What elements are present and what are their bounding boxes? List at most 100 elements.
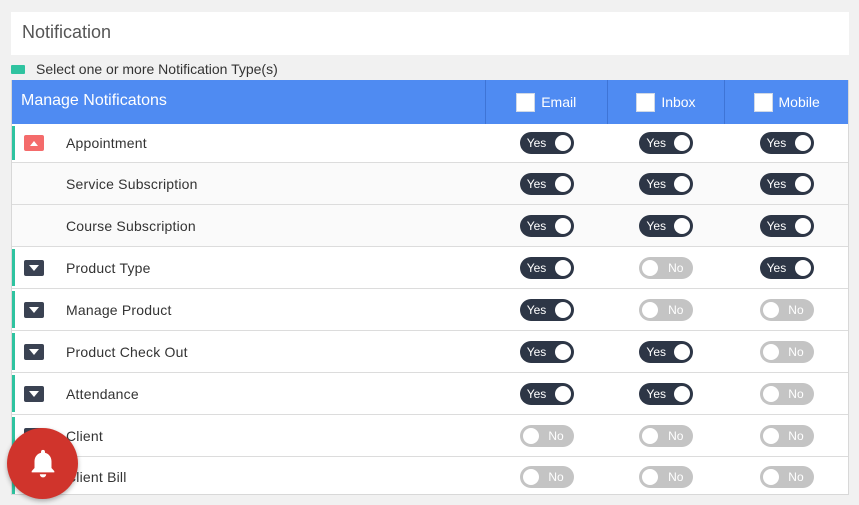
- mobile-toggle[interactable]: No: [759, 465, 814, 488]
- email-toggle[interactable]: No: [519, 424, 574, 447]
- toggle-knob: [554, 301, 571, 318]
- email-toggle[interactable]: Yes: [519, 382, 574, 405]
- inbox-select-all-checkbox[interactable]: [636, 92, 656, 112]
- email-toggle[interactable]: Yes: [519, 256, 574, 279]
- row-label: Course Subscription: [66, 217, 196, 234]
- mobile-cell: No: [725, 331, 848, 372]
- toggle-state-label: No: [668, 428, 684, 443]
- expand-row-button[interactable]: [24, 301, 44, 318]
- email-toggle[interactable]: Yes: [519, 298, 574, 321]
- toggle-knob: [674, 385, 691, 402]
- toggle-knob: [642, 427, 659, 444]
- mobile-toggle[interactable]: Yes: [759, 172, 814, 195]
- row-name-cell: Course Subscription: [12, 205, 486, 246]
- row-label: Product Type: [66, 259, 151, 276]
- toggle-state-label: No: [668, 260, 684, 275]
- toggle-knob: [642, 468, 659, 485]
- toggle-state-label: No: [548, 428, 564, 443]
- toggle-knob: [554, 259, 571, 276]
- email-cell: No: [486, 457, 608, 494]
- inbox-cell: No: [608, 457, 726, 494]
- email-cell: Yes: [486, 163, 608, 204]
- email-toggle[interactable]: No: [519, 465, 574, 488]
- row-name-cell: Client Bill: [12, 457, 486, 494]
- email-toggle[interactable]: Yes: [519, 340, 574, 363]
- chevron-up-icon: [30, 140, 38, 146]
- chevron-down-icon: [29, 348, 39, 355]
- toggle-state-label: Yes: [766, 176, 787, 191]
- toggle-knob: [642, 259, 659, 276]
- email-toggle[interactable]: Yes: [519, 132, 574, 154]
- table-row: Product Check Out Yes Yes No: [12, 331, 848, 373]
- mobile-toggle[interactable]: No: [759, 298, 814, 321]
- toggle-state-label: Yes: [646, 136, 666, 150]
- mobile-toggle[interactable]: No: [759, 382, 814, 405]
- toggle-knob: [554, 175, 571, 192]
- expand-row-button[interactable]: [24, 385, 44, 402]
- inbox-toggle[interactable]: No: [639, 424, 694, 447]
- table-row: Client Bill No No No: [12, 457, 848, 494]
- inbox-toggle[interactable]: Yes: [639, 340, 694, 363]
- toggle-state-label: Yes: [646, 344, 666, 359]
- mobile-select-all-checkbox[interactable]: [753, 92, 773, 112]
- inbox-cell: Yes: [608, 124, 726, 162]
- email-cell: Yes: [486, 205, 608, 246]
- mobile-toggle[interactable]: Yes: [759, 132, 814, 154]
- mobile-toggle[interactable]: No: [759, 424, 814, 447]
- email-header-label: Email: [541, 94, 577, 110]
- toggle-state-label: Yes: [766, 136, 787, 150]
- email-toggle[interactable]: Yes: [519, 172, 574, 195]
- row-accent: [12, 249, 15, 286]
- inbox-cell: No: [608, 415, 726, 456]
- toggle-knob: [554, 217, 571, 234]
- toggle-state-label: Yes: [526, 218, 547, 233]
- toggle-knob: [762, 385, 779, 402]
- row-label: Attendance: [66, 385, 139, 402]
- inbox-cell: Yes: [608, 373, 726, 414]
- inbox-cell: Yes: [608, 163, 726, 204]
- notification-bell-button[interactable]: [7, 428, 78, 499]
- table-row: Manage Product Yes No No: [12, 289, 848, 331]
- inbox-toggle[interactable]: Yes: [639, 172, 694, 195]
- toggle-knob: [762, 301, 779, 318]
- inbox-toggle[interactable]: No: [639, 465, 694, 488]
- mobile-toggle[interactable]: No: [759, 340, 814, 363]
- row-name-cell: Manage Product: [12, 289, 486, 330]
- toggle-knob: [794, 259, 811, 276]
- mobile-toggle[interactable]: Yes: [759, 214, 814, 237]
- inbox-toggle[interactable]: Yes: [639, 382, 694, 405]
- expand-row-button[interactable]: [24, 343, 44, 360]
- inbox-toggle[interactable]: Yes: [639, 132, 694, 154]
- inbox-header-label: Inbox: [661, 94, 696, 110]
- inbox-toggle[interactable]: No: [639, 298, 694, 321]
- toggle-state-label: Yes: [526, 260, 547, 275]
- toggle-state-label: Yes: [526, 386, 547, 401]
- inbox-toggle[interactable]: No: [639, 256, 694, 279]
- row-label: Appointment: [66, 135, 147, 151]
- inbox-cell: No: [608, 289, 726, 330]
- toggle-state-label: Yes: [526, 136, 547, 150]
- row-name-cell: Client: [12, 415, 486, 456]
- toggle-knob: [674, 135, 691, 151]
- inbox-toggle[interactable]: Yes: [639, 214, 694, 237]
- email-select-all-checkbox[interactable]: [516, 92, 536, 112]
- mobile-cell: Yes: [725, 163, 848, 204]
- toggle-state-label: No: [788, 344, 804, 359]
- email-toggle[interactable]: Yes: [519, 214, 574, 237]
- mobile-cell: No: [725, 289, 848, 330]
- toggle-state-label: No: [668, 302, 684, 317]
- toggle-state-label: No: [668, 469, 684, 484]
- toggle-knob: [554, 135, 571, 151]
- row-accent: [12, 126, 15, 160]
- expand-row-button[interactable]: [24, 259, 44, 276]
- mobile-toggle[interactable]: Yes: [759, 256, 814, 279]
- row-accent: [12, 333, 15, 370]
- toggle-knob: [794, 135, 811, 151]
- mobile-header-label: Mobile: [778, 94, 820, 110]
- mobile-cell: No: [725, 415, 848, 456]
- collapse-row-button[interactable]: [24, 135, 44, 151]
- toggle-state-label: Yes: [766, 218, 787, 233]
- toggle-knob: [762, 427, 779, 444]
- email-cell: Yes: [486, 373, 608, 414]
- email-cell: Yes: [486, 247, 608, 288]
